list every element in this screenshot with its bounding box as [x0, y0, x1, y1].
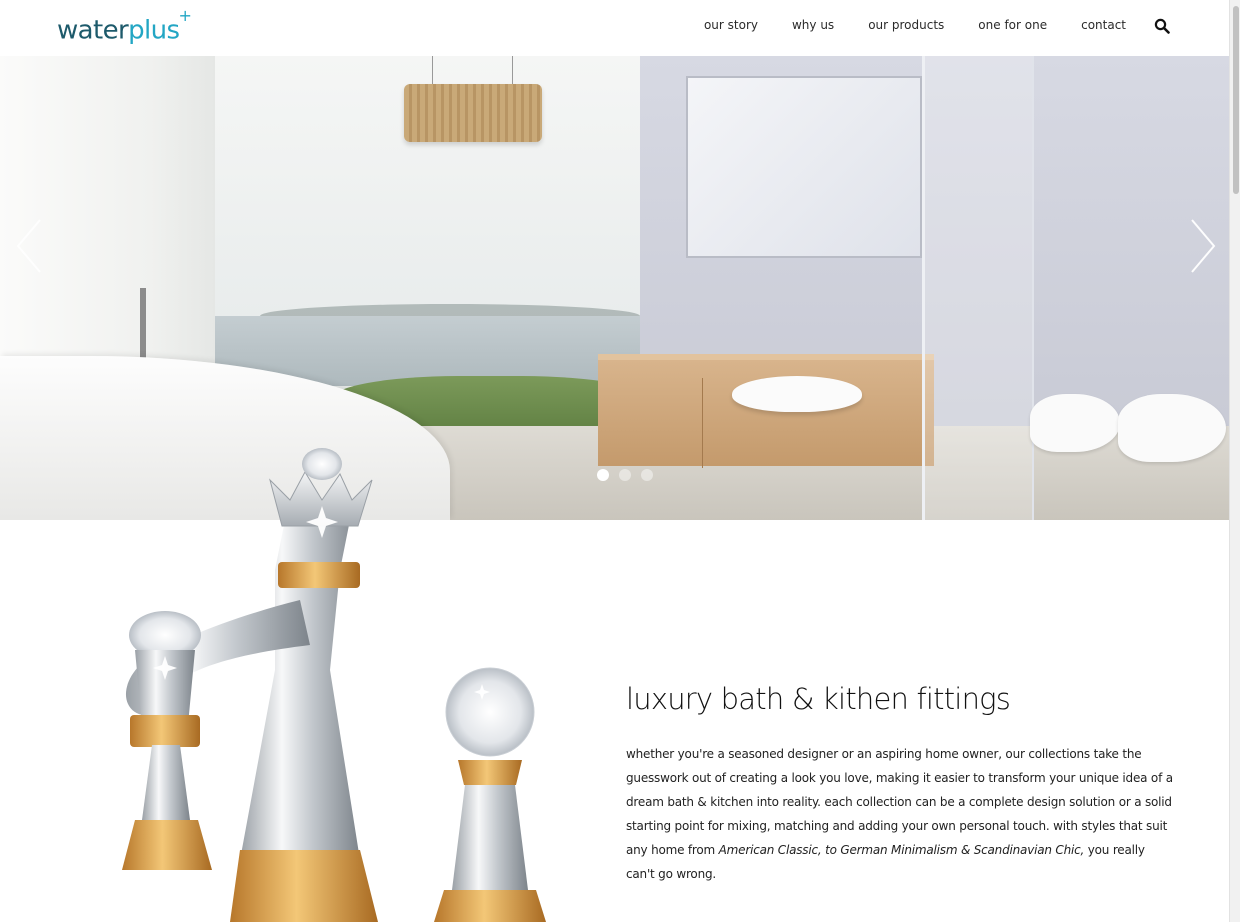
intro-section: luxury bath & kithen fittings whether yo…	[626, 680, 1174, 886]
site-header: waterplus+ our story why us our products…	[0, 0, 1229, 56]
logo-plus-mark: +	[178, 6, 192, 25]
slider-dot-3[interactable]	[641, 469, 653, 481]
intro-title: luxury bath & kithen fittings	[626, 682, 1011, 716]
slider-dot-2[interactable]	[619, 469, 631, 481]
nav-why-us[interactable]: why us	[792, 18, 834, 32]
scrollbar-thumb[interactable]	[1233, 6, 1239, 194]
page-scrollbar[interactable]	[1229, 0, 1240, 922]
hero-shower-glass	[922, 56, 1034, 520]
logo-word: water	[57, 15, 129, 46]
intro-paragraph: whether you're a seasoned designer or an…	[626, 742, 1174, 886]
main-nav: our story why us our products one for on…	[704, 18, 1126, 32]
search-icon[interactable]	[1154, 18, 1170, 34]
nav-contact[interactable]: contact	[1081, 18, 1126, 32]
hero-basin	[732, 376, 862, 412]
intro-paragraph-styles: American Classic, to German Minimalism &…	[718, 843, 1085, 857]
hero-mirror	[686, 76, 922, 258]
intro-paragraph-start: whether you're a seasoned designer or an…	[626, 747, 1173, 857]
hero-bidet	[1030, 394, 1120, 452]
logo[interactable]: waterplus+	[57, 6, 192, 46]
hero-lamp-cord	[432, 56, 433, 86]
chevron-right-icon[interactable]	[1188, 216, 1218, 276]
slider-dots	[597, 469, 663, 481]
logo-accent: plus	[128, 15, 180, 46]
faucet-product-image	[60, 440, 600, 922]
hero-pendant-lamp	[404, 84, 542, 142]
nav-our-story[interactable]: our story	[704, 18, 758, 32]
hero-toilet	[1118, 394, 1226, 462]
hero-lamp-cord	[512, 56, 513, 86]
chevron-left-icon[interactable]	[14, 216, 44, 276]
nav-one-for-one[interactable]: one for one	[978, 18, 1047, 32]
nav-our-products[interactable]: our products	[868, 18, 944, 32]
